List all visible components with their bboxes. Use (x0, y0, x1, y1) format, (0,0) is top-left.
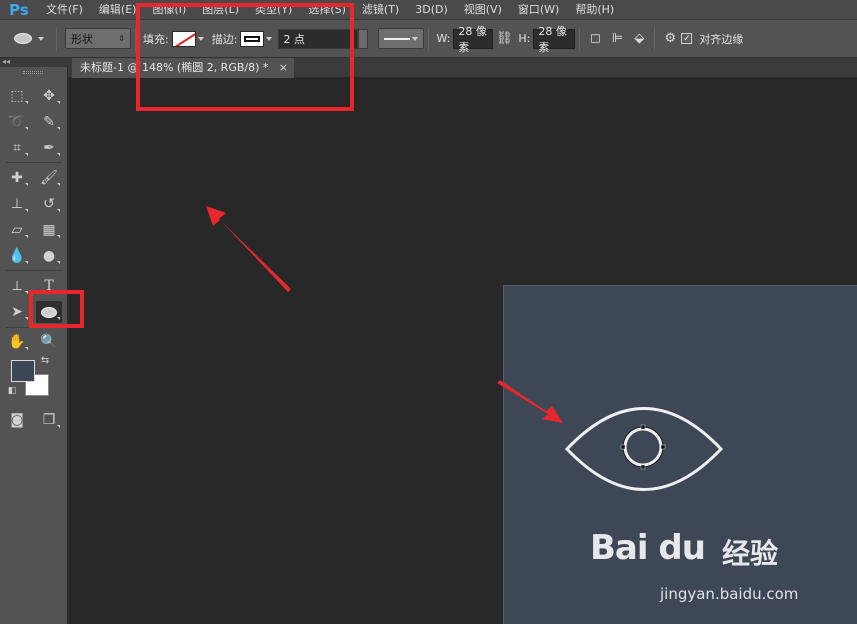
foreground-color-swatch[interactable] (11, 360, 35, 382)
stroke-type-select[interactable] (378, 28, 425, 49)
menu-filter[interactable]: 滤镜(T) (354, 0, 407, 20)
menu-3d[interactable]: 3D(D) (407, 0, 456, 20)
gradient-tool-icon[interactable]: ▦ (36, 219, 62, 241)
quick-mask-icon[interactable]: ◙ (4, 409, 30, 431)
align-edges-label: 对齐边缘 (699, 32, 744, 46)
height-label: H: (518, 32, 531, 45)
highlight-box-ellipse-tool (29, 290, 84, 328)
path-arrangement-icon[interactable]: ⬙ (628, 28, 650, 50)
brush-tool-icon[interactable]: 🖌 (36, 167, 62, 189)
clone-stamp-tool-icon[interactable]: ⊥ (4, 193, 30, 215)
tool-mode-select[interactable]: 形状 ⇕ (65, 28, 131, 49)
tool-mode-value: 形状 (71, 32, 93, 46)
options-bar: 形状 ⇕ 填充: 描边: 2 点 W: 28 像素 ⛓ H: 28 像素 ◻ ⊫… (0, 20, 857, 58)
gear-icon[interactable]: ⚙ (659, 28, 681, 50)
updown-icon: ⇕ (118, 34, 125, 43)
menu-file[interactable]: 文件(F) (38, 0, 91, 20)
menu-window[interactable]: 窗口(W) (510, 0, 567, 20)
menu-bar: Ps 文件(F) 编辑(E) 图像(I) 图层(L) 类型(Y) 选择(S) 滤… (0, 0, 857, 20)
lasso-tool-icon[interactable]: ➰ (4, 111, 30, 133)
move-tool-icon[interactable]: ✥ (36, 85, 62, 107)
default-colors-icon[interactable]: ◧ (6, 385, 18, 397)
eyedropper-tool-icon[interactable]: ✒ (36, 137, 62, 159)
zoom-tool-icon[interactable]: 🔍 (36, 331, 62, 353)
chevron-down-icon (38, 36, 44, 41)
eye-outline (564, 407, 724, 491)
panel-grip[interactable] (23, 71, 43, 74)
anchor-point[interactable] (640, 424, 646, 430)
link-icon[interactable]: ⛓ (493, 28, 515, 50)
swap-colors-icon[interactable]: ⇆ (38, 353, 52, 367)
ellipse-path-outline (622, 426, 664, 468)
divider (579, 26, 581, 51)
baidu-watermark: Bai du 经验 jingyan.baidu.com (590, 528, 850, 608)
path-alignment-icon[interactable]: ⊫ (606, 28, 628, 50)
watermark-url: jingyan.baidu.com (660, 585, 799, 603)
divider (654, 26, 656, 51)
blur-tool-icon[interactable]: 💧 (4, 245, 30, 267)
watermark-logo: Bai du (590, 528, 706, 568)
width-value: 28 像素 (458, 24, 487, 54)
anchor-point[interactable] (620, 444, 626, 450)
divider (56, 26, 57, 51)
watermark-title: 经验 (722, 537, 779, 570)
dodge-tool-icon[interactable]: ● (36, 245, 62, 267)
quick-selection-tool-icon[interactable]: ✎ (36, 111, 62, 133)
history-brush-tool-icon[interactable]: ↺ (36, 193, 62, 215)
divider (6, 270, 62, 271)
height-value: 28 像素 (538, 24, 567, 54)
menu-help[interactable]: 帮助(H) (567, 0, 622, 20)
hand-tool-icon[interactable]: ✋ (4, 331, 30, 353)
pen-tool-icon[interactable]: ⟂ (4, 275, 30, 297)
ellipse-icon (14, 33, 32, 44)
eraser-tool-icon[interactable]: ▱ (4, 219, 30, 241)
menu-view[interactable]: 视图(V) (456, 0, 510, 20)
stroke-width-dropdown[interactable] (358, 28, 369, 49)
path-selection-tool-icon[interactable]: ➤ (4, 301, 30, 323)
app-logo: Ps (9, 0, 29, 19)
divider (6, 162, 62, 163)
anchor-point[interactable] (640, 464, 646, 470)
align-edges-checkbox[interactable]: ✓ (681, 33, 693, 44)
stroke-line-icon (384, 37, 411, 40)
screen-mode-icon[interactable]: ❐ (36, 409, 62, 431)
anchor-point[interactable] (660, 444, 666, 450)
panel-collapse-toggle[interactable]: ◂◂ (0, 58, 68, 67)
path-operations-icon[interactable]: ◻ (584, 28, 606, 50)
tool-preset-picker[interactable] (14, 33, 44, 44)
width-label: W: (436, 32, 451, 45)
crop-tool-icon[interactable]: ⌗ (4, 137, 30, 159)
width-input[interactable]: 28 像素 (453, 25, 494, 54)
photoshop-window: Ps 文件(F) 编辑(E) 图像(I) 图层(L) 类型(Y) 选择(S) 滤… (0, 0, 857, 624)
healing-brush-tool-icon[interactable]: ✚ (4, 167, 30, 189)
height-input[interactable]: 28 像素 (533, 25, 576, 54)
tools-panel: ⬚ ✥ ➰ ✎ ⌗ ✒ ✚ 🖌 ⊥ ↺ ▱ ▦ 💧 ● ⟂ T ➤ ✋ 🔍 ⇆ … (0, 67, 68, 624)
highlight-box-options (136, 3, 354, 111)
eye-pupil-circle (623, 427, 663, 467)
chevron-down-icon (412, 36, 419, 41)
marquee-tool-icon[interactable]: ⬚ (4, 85, 30, 107)
divider (428, 26, 430, 51)
